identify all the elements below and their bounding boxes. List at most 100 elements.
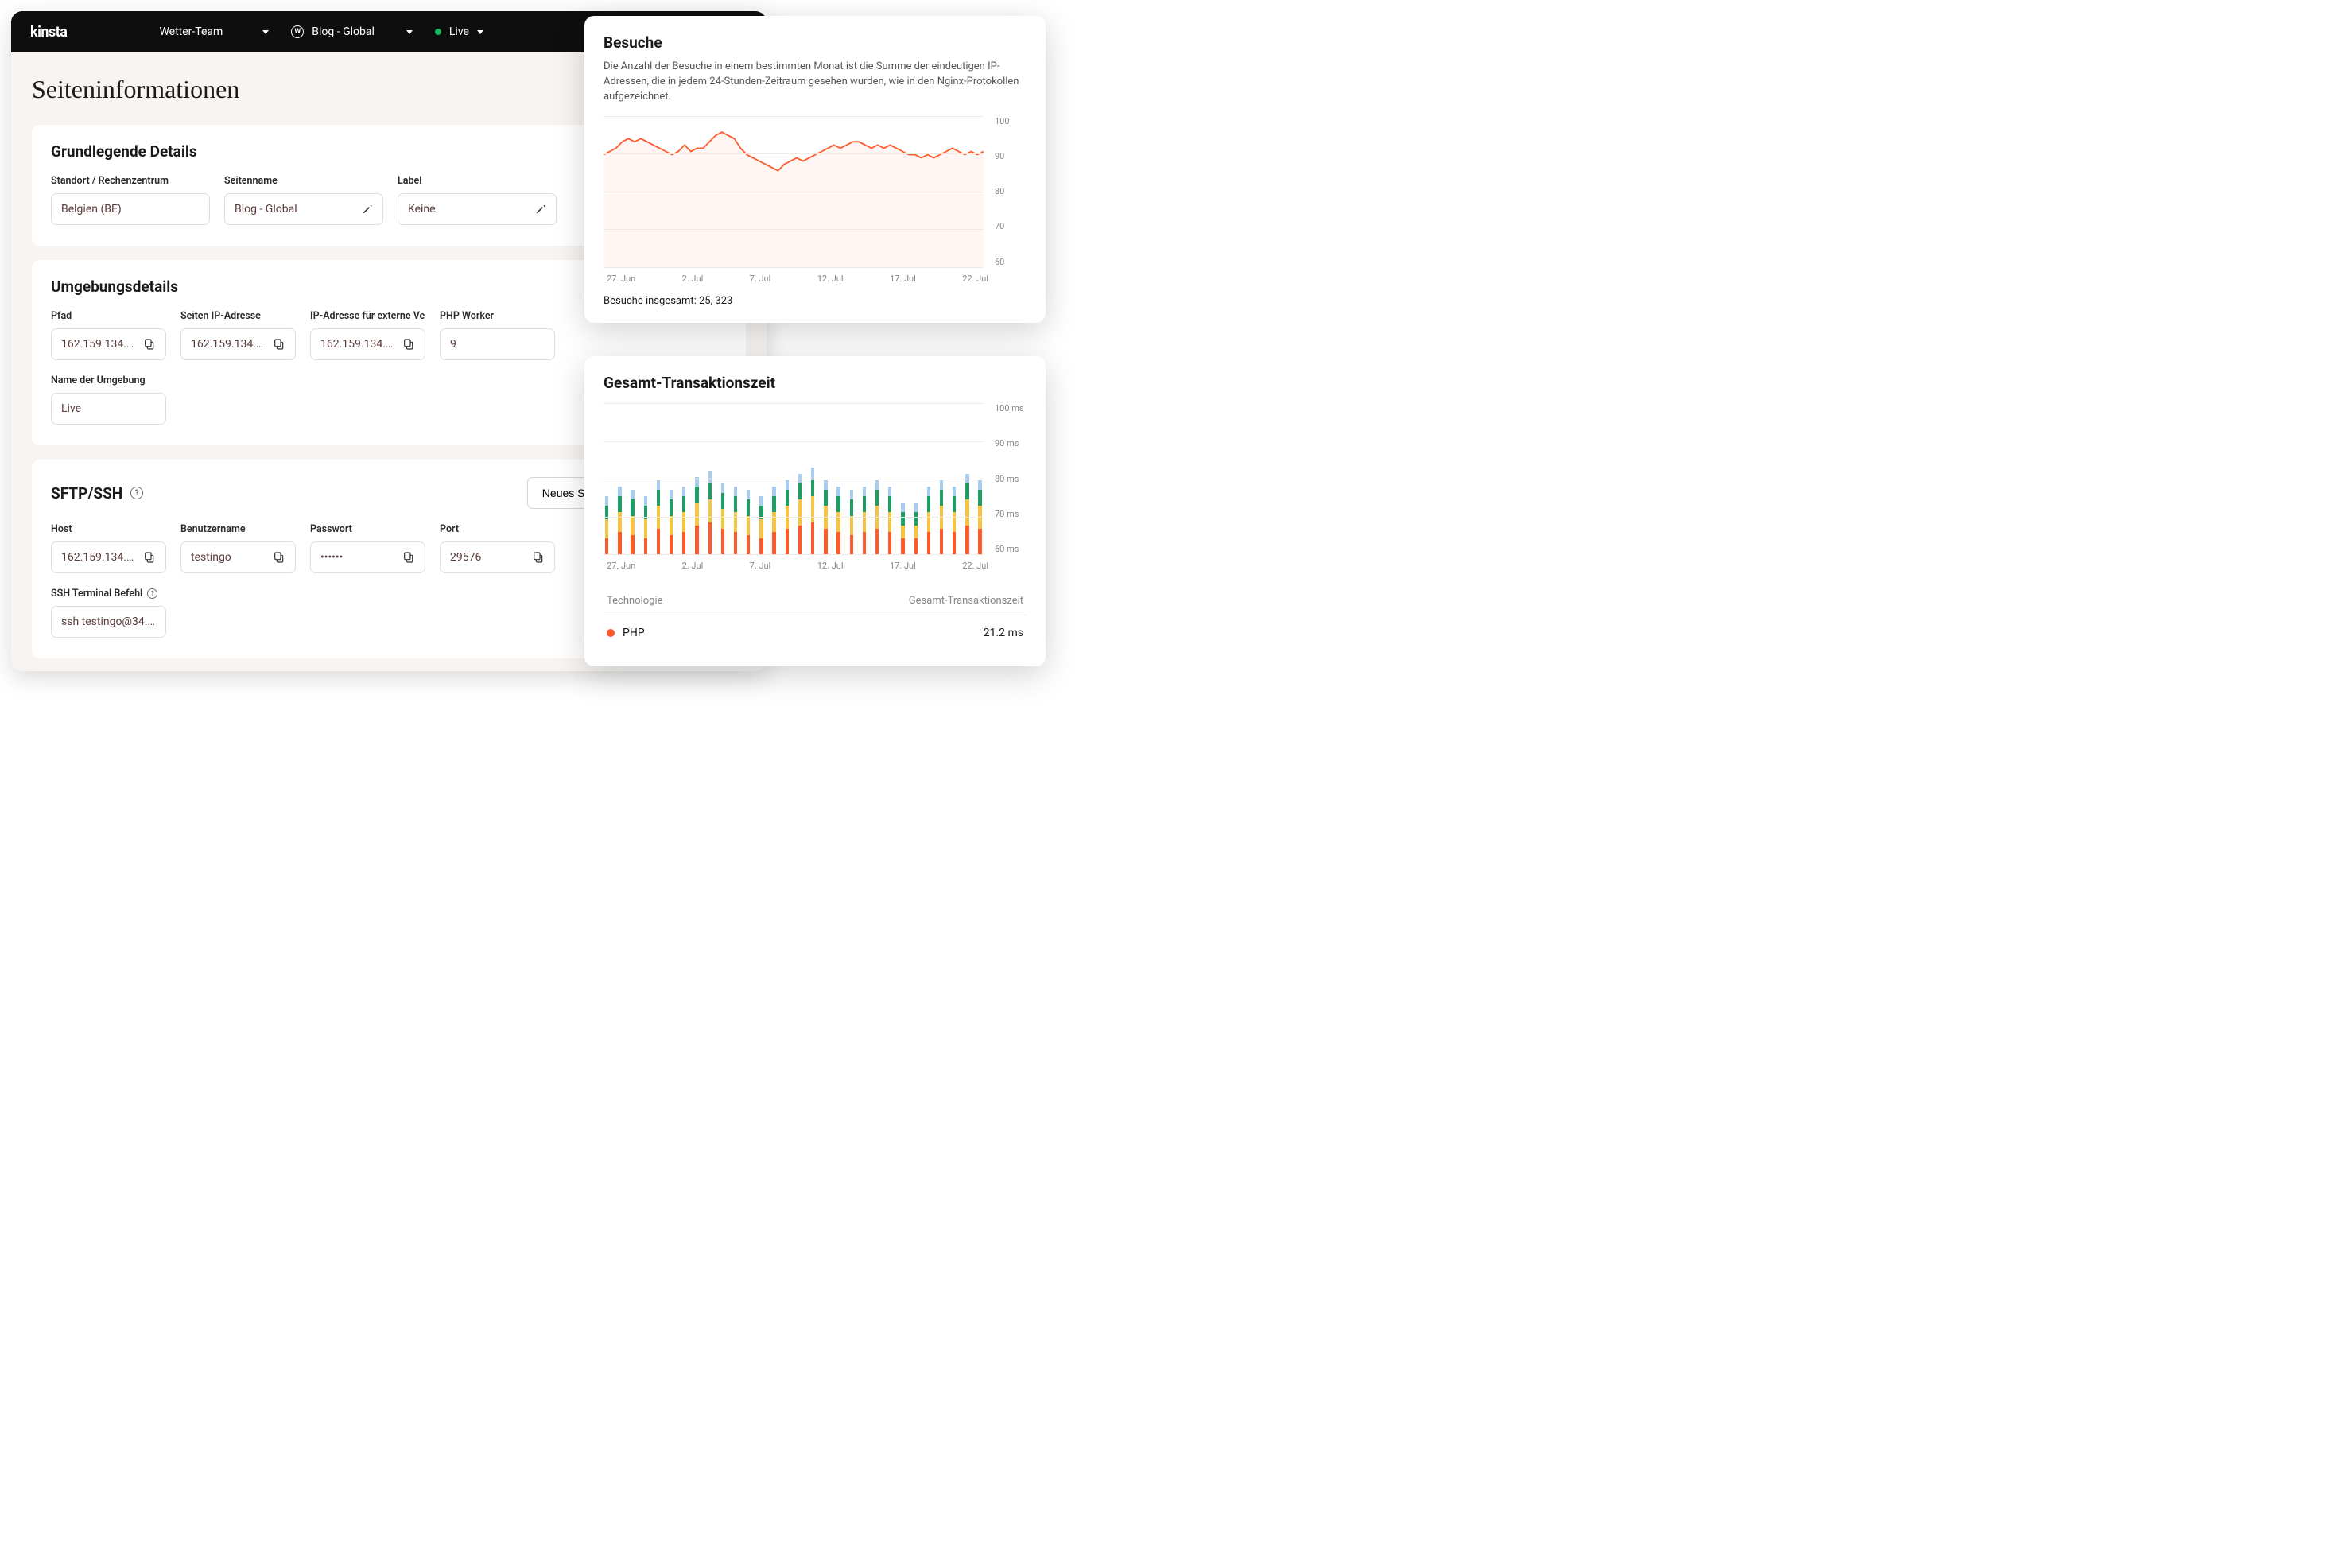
bar (644, 496, 647, 554)
user-copy[interactable]: testingo (180, 541, 296, 573)
bar (682, 487, 685, 554)
trans-legend: Technologie Gesamt-Transaktionszeit PHP … (604, 587, 1027, 650)
visits-y-axis: 100 90 80 70 60 (992, 116, 1027, 267)
pass-label: Passwort (310, 523, 425, 535)
y-tick: 90 (995, 151, 1027, 161)
team-selector[interactable]: Wetter-Team (159, 25, 269, 38)
copy-icon (402, 338, 415, 351)
port-copy[interactable]: 29576 (440, 541, 555, 573)
label-edit[interactable]: Keine (398, 193, 557, 225)
copy-icon (532, 551, 545, 564)
help-icon[interactable]: ? (147, 588, 157, 599)
bar (605, 496, 608, 554)
bar (953, 487, 956, 554)
sshcmd-copy[interactable]: ssh testingo@34.7... (51, 606, 166, 638)
brand-logo: kinsta (30, 24, 67, 41)
x-tick: 22. Jul (962, 561, 988, 571)
workers-box: 9 (440, 328, 555, 360)
extip-label: IP-Adresse für externe Verb (310, 310, 425, 322)
env-selector[interactable]: Live (435, 25, 483, 38)
sshcmd-field: SSH Terminal Befehl ? ssh testingo@34.7.… (51, 588, 166, 638)
y-tick: 60 (995, 257, 1027, 267)
site-selector[interactable]: W Blog - Global (291, 25, 413, 38)
x-tick: 2. Jul (682, 274, 704, 284)
extip-field: IP-Adresse für externe Verb 162.159.134.… (310, 310, 425, 360)
env-heading: Umgebungsdetails (51, 278, 178, 296)
y-tick: 100 ms (995, 403, 1027, 413)
sshcmd-label-text: SSH Terminal Befehl (51, 588, 142, 600)
copy-icon (402, 551, 415, 564)
copy-icon (143, 551, 156, 564)
x-tick: 17. Jul (890, 274, 916, 284)
bar (798, 474, 802, 554)
x-tick: 12. Jul (817, 561, 844, 571)
visits-title: Besuche (604, 33, 1027, 52)
visits-desc: Die Anzahl der Besuche in einem bestimmt… (604, 60, 1027, 105)
bar (657, 480, 660, 554)
user-label: Benutzername (180, 523, 296, 535)
bar (850, 490, 853, 554)
path-field: Pfad 162.159.134.42 (51, 310, 166, 360)
y-tick: 70 (995, 221, 1027, 231)
copy-icon (273, 551, 285, 564)
sitename-edit[interactable]: Blog - Global (224, 193, 383, 225)
bar (836, 487, 840, 554)
workers-label: PHP Worker (440, 310, 555, 322)
envname-value: Live (61, 402, 81, 415)
edit-icon (362, 204, 373, 215)
bar (721, 483, 724, 554)
pass-field: Passwort •••••• (310, 523, 425, 573)
workers-field: PHP Worker 9 (440, 310, 555, 360)
trans-chart: 100 ms 90 ms 80 ms 70 ms 60 ms (604, 403, 1027, 554)
y-tick: 90 ms (995, 438, 1027, 448)
bar (734, 487, 737, 554)
bar (811, 468, 814, 554)
help-icon[interactable]: ? (130, 487, 143, 499)
bar (747, 490, 750, 554)
wordpress-icon: W (291, 25, 304, 38)
bar (824, 480, 827, 554)
port-label: Port (440, 523, 555, 535)
siteip-label: Seiten IP-Adresse (180, 310, 296, 322)
sitename-field: Seitenname Blog - Global (224, 175, 383, 225)
bar (695, 477, 698, 554)
team-name: Wetter-Team (159, 25, 223, 38)
host-copy[interactable]: 162.159.134.42 (51, 541, 166, 573)
bar (888, 487, 891, 554)
location-value-box: Belgien (BE) (51, 193, 210, 225)
env-name: Live (449, 25, 469, 38)
bar (708, 471, 712, 554)
port-value: 29576 (450, 551, 481, 564)
legend-value: 21.2 ms (984, 627, 1023, 639)
brand-text: kinsta (30, 24, 67, 41)
bar (965, 474, 968, 554)
user-value: testingo (191, 551, 231, 564)
path-copy[interactable]: 162.159.134.42 (51, 328, 166, 360)
envname-box: Live (51, 393, 166, 425)
port-field: Port 29576 (440, 523, 555, 573)
visits-total: Besuche insgesamt: 25, 323 (604, 295, 1027, 307)
x-tick: 27. Jun (607, 274, 635, 284)
sitename-label: Seitenname (224, 175, 383, 187)
workers-value: 9 (450, 338, 456, 351)
copy-icon (273, 338, 285, 351)
host-value: 162.159.134.42 (61, 551, 137, 564)
extip-copy[interactable]: 162.159.134.42 (310, 328, 425, 360)
legend-row-php: PHP 21.2 ms (604, 615, 1027, 650)
bar (978, 480, 981, 554)
siteip-copy[interactable]: 162.159.134.42 (180, 328, 296, 360)
x-tick: 12. Jul (817, 274, 844, 284)
bar (759, 496, 763, 554)
legend-dot-icon (607, 629, 615, 637)
pass-copy[interactable]: •••••• (310, 541, 425, 573)
trans-x-axis: 27. Jun 2. Jul 7. Jul 12. Jul 17. Jul 22… (604, 554, 1027, 571)
label-label: Label (398, 175, 557, 187)
sshcmd-value: ssh testingo@34.7... (61, 615, 156, 628)
sshcmd-label: SSH Terminal Befehl ? (51, 588, 166, 600)
legend-col-tech: Technologie (607, 595, 663, 607)
host-label: Host (51, 523, 166, 535)
y-tick: 70 ms (995, 509, 1027, 519)
label-value: Keine (408, 203, 436, 215)
bar (786, 480, 789, 554)
status-dot-icon (435, 29, 441, 35)
